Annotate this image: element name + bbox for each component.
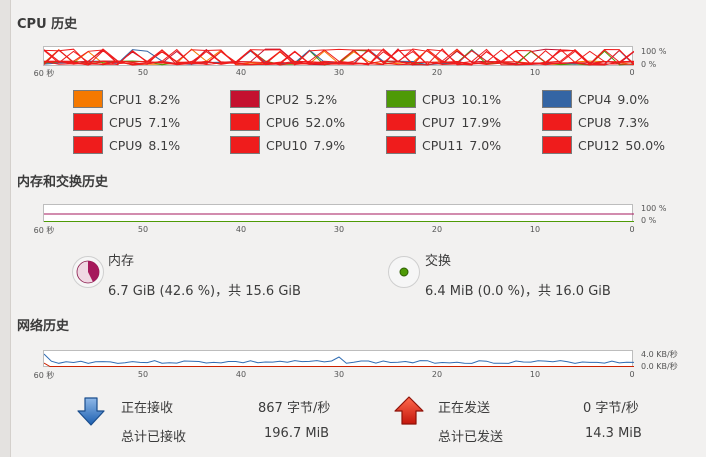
memory-graph-top-label: 100 %	[641, 204, 667, 213]
cpu12-color-button[interactable]	[542, 136, 572, 154]
axis-tick-10: 10	[529, 225, 541, 234]
total-received-label: 总计已接收	[121, 430, 187, 445]
cpu2-color-button[interactable]	[230, 90, 260, 108]
cpu5-color-button[interactable]	[73, 113, 103, 131]
axis-tick-40: 40	[235, 370, 247, 379]
cpu-legend-cpu4[interactable]: CPU4 9.0%	[542, 89, 649, 109]
memory-time-axis: 60 秒 50 40 30 20 10 0	[33, 225, 636, 237]
axis-tick-50: 50	[137, 370, 149, 379]
cpu-legend-cpu9[interactable]: CPU9 8.1%	[73, 135, 180, 155]
cpu8-color-button[interactable]	[542, 113, 572, 131]
swap-label: 交换	[425, 254, 452, 269]
cpu-history-lines	[44, 48, 634, 66]
axis-tick-30: 30	[333, 225, 345, 234]
cpu-legend-cpu11[interactable]: CPU11 7.0%	[386, 135, 501, 155]
cpu-legend-cpu2[interactable]: CPU2 5.2%	[230, 89, 337, 109]
axis-tick-30: 30	[333, 68, 345, 77]
receiving-value: 867 字节/秒	[258, 401, 331, 416]
total-sent-label: 总计已发送	[438, 430, 504, 445]
cpu-graph-top-label: 100 %	[641, 47, 667, 56]
cpu6-color-button[interactable]	[230, 113, 260, 131]
network-receive-line	[44, 353, 634, 364]
cpu4-color-button[interactable]	[542, 90, 572, 108]
cpu-legend-cpu12[interactable]: CPU12 50.0%	[542, 135, 665, 155]
cpu-history-graph	[43, 46, 634, 66]
network-graph-bottom-label: 0.0 KB/秒	[641, 362, 678, 371]
cpu-legend-cpu7[interactable]: CPU7 17.9%	[386, 112, 501, 132]
memory-detail: 6.7 GiB (42.6 %)，共 15.6 GiB	[108, 284, 301, 299]
cpu-time-axis: 60 秒 50 40 30 20 10 0	[33, 68, 636, 80]
swap-detail: 6.4 MiB (0.0 %)，共 16.0 GiB	[425, 284, 611, 299]
cpu-legend-cpu3[interactable]: CPU3 10.1%	[386, 89, 501, 109]
cpu3-color-button[interactable]	[386, 90, 416, 108]
axis-tick-10: 10	[529, 68, 541, 77]
network-history-title: 网络历史	[17, 319, 70, 334]
cpu-history-title: CPU 历史	[17, 17, 78, 32]
send-color-button[interactable]	[393, 396, 425, 430]
left-window-edge	[0, 0, 10, 457]
cpu-legend-cpu10[interactable]: CPU10 7.9%	[230, 135, 345, 155]
axis-tick-60: 60 秒	[33, 371, 55, 380]
axis-tick-0: 0	[629, 370, 635, 379]
receive-color-button[interactable]	[76, 397, 106, 431]
total-received-value: 196.7 MiB	[264, 426, 330, 441]
cpu-legend-cpu1[interactable]: CPU1 8.2%	[73, 89, 180, 109]
axis-tick-40: 40	[235, 68, 247, 77]
cpu7-color-button[interactable]	[386, 113, 416, 131]
memory-history-title: 内存和交换历史	[17, 175, 109, 190]
cpu-graph-bottom-label: 0 %	[641, 60, 657, 69]
sending-label: 正在发送	[438, 401, 491, 416]
cpu1-color-button[interactable]	[73, 90, 103, 108]
axis-tick-20: 20	[431, 370, 443, 379]
network-graph-top-label: 4.0 KB/秒	[641, 350, 678, 359]
network-history-lines	[44, 353, 634, 367]
axis-tick-30: 30	[333, 370, 345, 379]
cpu-legend-cpu6[interactable]: CPU6 52.0%	[230, 112, 345, 132]
cpu11-color-button[interactable]	[386, 136, 416, 154]
download-arrow-icon	[77, 397, 105, 426]
cpu9-color-button[interactable]	[73, 136, 103, 154]
axis-tick-50: 50	[137, 68, 149, 77]
memory-history-graph	[43, 204, 634, 222]
axis-tick-50: 50	[137, 225, 149, 234]
total-sent-value: 14.3 MiB	[585, 426, 642, 441]
upload-arrow-icon	[394, 396, 424, 425]
axis-tick-10: 10	[529, 370, 541, 379]
memory-label: 内存	[108, 254, 135, 269]
axis-tick-0: 0	[629, 225, 635, 234]
axis-tick-20: 20	[431, 68, 443, 77]
receiving-label: 正在接收	[121, 401, 174, 416]
network-history-graph	[43, 350, 634, 367]
axis-tick-20: 20	[431, 225, 443, 234]
swap-pie-icon	[399, 267, 409, 277]
memory-history-lines	[44, 213, 634, 222]
network-time-axis: 60 秒 50 40 30 20 10 0	[33, 370, 636, 382]
axis-tick-40: 40	[235, 225, 247, 234]
cpu-legend-cpu8[interactable]: CPU8 7.3%	[542, 112, 649, 132]
swap-pie-button[interactable]	[388, 256, 420, 288]
cpu10-color-button[interactable]	[230, 136, 260, 154]
axis-tick-60: 60 秒	[33, 226, 55, 235]
memory-pie-icon	[76, 260, 100, 284]
memory-pie-button[interactable]	[72, 256, 104, 288]
sending-value: 0 字节/秒	[583, 401, 639, 416]
network-send-line	[44, 362, 634, 367]
axis-tick-60: 60 秒	[33, 69, 55, 78]
memory-graph-bottom-label: 0 %	[641, 216, 657, 225]
axis-tick-0: 0	[629, 68, 635, 77]
cpu-legend-cpu5[interactable]: CPU5 7.1%	[73, 112, 180, 132]
